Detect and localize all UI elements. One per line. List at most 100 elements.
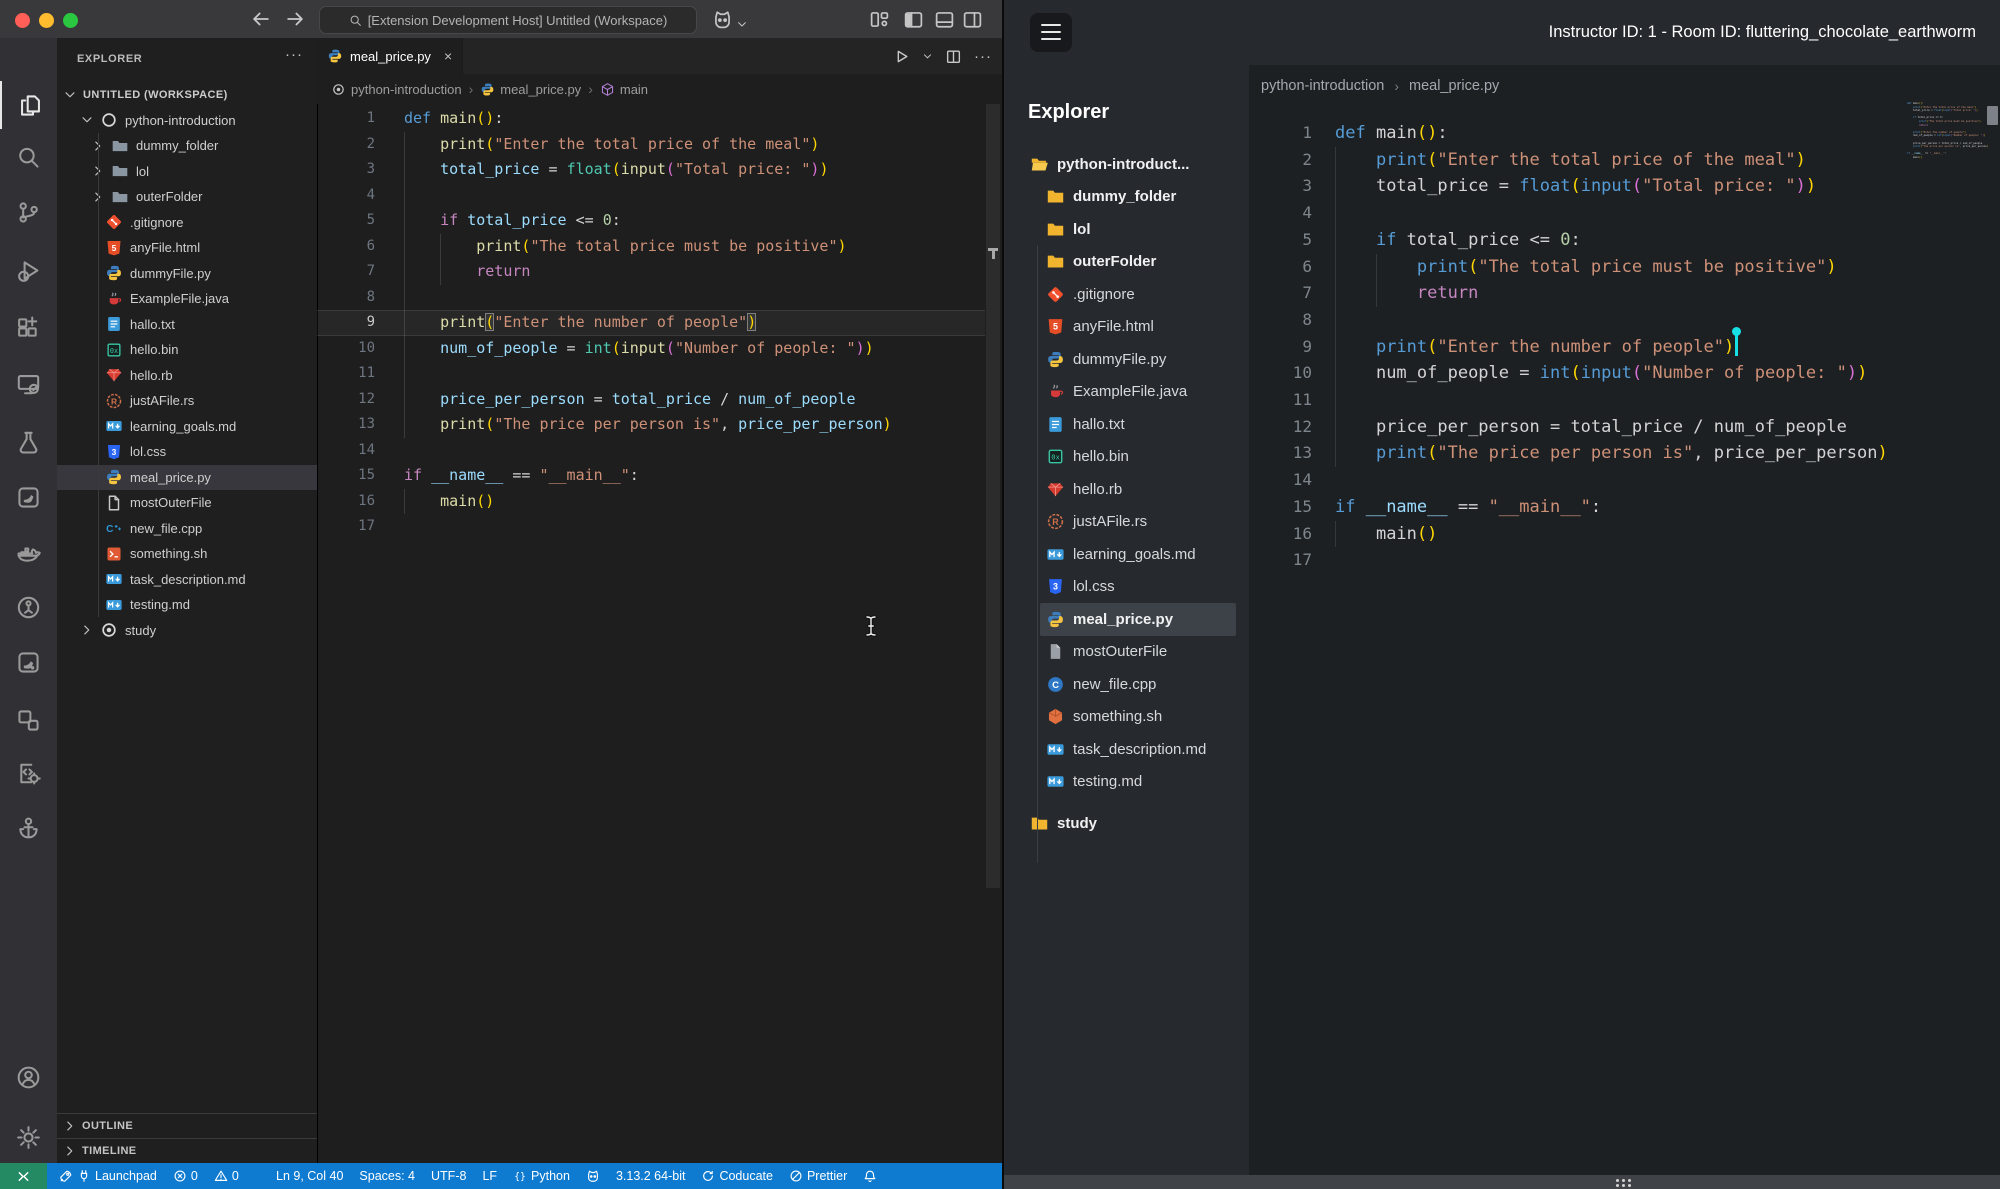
- file-item-hallo.txt[interactable]: hallo.txt: [1004, 408, 1249, 441]
- file-item-task_description.md[interactable]: task_description.md: [1004, 733, 1249, 766]
- tab-meal-price-py[interactable]: meal_price.py ×: [317, 38, 463, 74]
- file-item-new_file.cpp[interactable]: Cnew_file.cpp: [1004, 668, 1249, 701]
- code-line-6[interactable]: 6 print("The total price must be positiv…: [317, 234, 985, 260]
- split-editor-button[interactable]: [945, 48, 962, 65]
- file-item-python-introduct...[interactable]: python-introduct...: [1004, 148, 1249, 181]
- code-line-3[interactable]: 3 total_price = float(input("Total price…: [317, 157, 985, 183]
- minimap[interactable]: def main(): print("Enter the total price…: [1907, 102, 1989, 252]
- explorer-more-actions-button[interactable]: ···: [285, 46, 303, 63]
- code-line-1[interactable]: 1def main():: [1249, 120, 2000, 147]
- status-item-Prettier[interactable]: Prettier: [781, 1163, 855, 1189]
- code-line-6[interactable]: 6 print("The total price must be positiv…: [1249, 254, 2000, 281]
- folder-item-study[interactable]: study: [57, 618, 317, 644]
- file-item-lol.css[interactable]: 3lol.css: [1004, 571, 1249, 604]
- file-item-anyFile.html[interactable]: 5anyFile.html: [1004, 311, 1249, 344]
- status-item-3.13.2 64-bit[interactable]: 3.13.2 64-bit: [608, 1163, 694, 1189]
- outline-section[interactable]: OUTLINE: [57, 1113, 317, 1138]
- code-editor[interactable]: 1def main():2 print("Enter the total pri…: [317, 106, 985, 606]
- bottom-resize-bar[interactable]: [1004, 1175, 2000, 1189]
- breadcrumb-python-introduction[interactable]: python-introduction: [331, 82, 462, 97]
- file-item-anyFile.html[interactable]: 5anyFile.html: [57, 235, 317, 261]
- status-item-bell[interactable]: [855, 1163, 885, 1189]
- activity-item-search[interactable]: [0, 133, 57, 181]
- code-line-12[interactable]: 12 price_per_person = total_price / num_…: [317, 387, 985, 413]
- code-line-15[interactable]: 15if __name__ == "__main__":: [317, 463, 985, 489]
- code-line-4[interactable]: 4: [317, 183, 985, 209]
- code-line-16[interactable]: 16 main(): [317, 489, 985, 515]
- activity-item-extensions[interactable]: [0, 303, 57, 351]
- breadcrumb-main[interactable]: main: [600, 82, 648, 97]
- breadcrumb-python-introduction[interactable]: python-introduction: [1261, 78, 1384, 94]
- file-item-ExampleFile.java[interactable]: ExampleFile.java: [57, 286, 317, 312]
- activity-item-remote-explorer[interactable]: [0, 360, 57, 408]
- folder-item-python-introduction[interactable]: python-introduction: [57, 108, 317, 134]
- file-item-learning_goals.md[interactable]: learning_goals.md: [57, 414, 317, 440]
- file-item-hello.rb[interactable]: hello.rb: [57, 363, 317, 389]
- file-item-lol[interactable]: lol: [1004, 213, 1249, 246]
- status-item-0[interactable]: 0: [206, 1163, 247, 1189]
- activity-item-settings[interactable]: [0, 1113, 57, 1161]
- file-item-something.sh[interactable]: something.sh: [1004, 701, 1249, 734]
- code-viewer[interactable]: 1def main():2 print("Enter the total pri…: [1249, 120, 2000, 600]
- toggle-primary-sidebar-button[interactable]: [903, 9, 924, 30]
- activity-item-anchor[interactable]: [0, 804, 57, 852]
- activity-item-run-debug[interactable]: [0, 246, 57, 294]
- minimize-window-button[interactable]: [39, 13, 54, 28]
- file-item-lol.css[interactable]: 3lol.css: [57, 439, 317, 465]
- file-item-mostOuterFile[interactable]: mostOuterFile: [57, 490, 317, 516]
- file-item-task_description.md[interactable]: task_description.md: [57, 567, 317, 593]
- file-item-something.sh[interactable]: something.sh: [57, 541, 317, 567]
- toggle-secondary-sidebar-button[interactable]: [962, 9, 983, 30]
- status-item-UTF-8[interactable]: UTF-8: [423, 1163, 474, 1189]
- code-line-11[interactable]: 11: [317, 361, 985, 387]
- customize-layout-button[interactable]: [869, 9, 890, 30]
- profile-icon[interactable]: [712, 9, 733, 30]
- command-center[interactable]: [Extension Development Host] Untitled (W…: [319, 6, 697, 34]
- code-line-2[interactable]: 2 print("Enter the total price of the me…: [1249, 147, 2000, 174]
- zoom-window-button[interactable]: [63, 13, 78, 28]
- status-item-Spaces: 4[interactable]: Spaces: 4: [351, 1163, 423, 1189]
- file-item-outerFolder[interactable]: outerFolder: [1004, 246, 1249, 279]
- file-item-dummyFile.py[interactable]: dummyFile.py: [1004, 343, 1249, 376]
- folder-item-outerFolder[interactable]: outerFolder: [57, 184, 317, 210]
- activity-item-extension-a[interactable]: [0, 473, 57, 521]
- code-line-16[interactable]: 16 main(): [1249, 521, 2000, 548]
- minimap-scrollbar-handle[interactable]: [1987, 106, 1998, 125]
- close-tab-button[interactable]: ×: [444, 48, 452, 64]
- remote-indicator[interactable]: [0, 1163, 47, 1189]
- breadcrumb-meal_price.py[interactable]: meal_price.py: [1409, 78, 1499, 94]
- code-line-2[interactable]: 2 print("Enter the total price of the me…: [317, 132, 985, 158]
- file-item-dummyFile.py[interactable]: dummyFile.py: [57, 261, 317, 287]
- file-item-justAFile.rs[interactable]: RjustAFile.rs: [57, 388, 317, 414]
- file-item-dummy_folder[interactable]: dummy_folder: [1004, 181, 1249, 214]
- activity-item-docker[interactable]: [0, 529, 57, 577]
- file-item-mostOuterFile[interactable]: mostOuterFile: [1004, 636, 1249, 669]
- activity-item-explorer[interactable]: [0, 81, 59, 129]
- toggle-panel-button[interactable]: [934, 9, 955, 30]
- code-line-10[interactable]: 10 num_of_people = int(input("Number of …: [1249, 360, 2000, 387]
- activity-item-source-control[interactable]: [0, 188, 57, 236]
- file-item-new_file.cpp[interactable]: Cnew_file.cpp: [57, 516, 317, 542]
- activity-item-code-config[interactable]: [0, 749, 57, 797]
- code-line-13[interactable]: 13 print("The price per person is", pric…: [1249, 440, 2000, 467]
- status-item-cat-face[interactable]: [578, 1163, 608, 1189]
- file-item-hello.rb[interactable]: hello.rb: [1004, 473, 1249, 506]
- file-item-hello.bin[interactable]: 0xhello.bin: [1004, 441, 1249, 474]
- folder-item-UNTITLED (WORKSPACE)[interactable]: UNTITLED (WORKSPACE): [57, 82, 317, 108]
- status-item-Coducate[interactable]: Coducate: [693, 1163, 781, 1189]
- code-line-9[interactable]: 9 print("Enter the number of people"): [1249, 334, 2000, 361]
- activity-item-testing[interactable]: [0, 418, 57, 466]
- forward-button[interactable]: [284, 8, 306, 30]
- code-line-11[interactable]: 11: [1249, 387, 2000, 414]
- run-button[interactable]: [893, 48, 910, 65]
- status-item-0[interactable]: 0: [165, 1163, 206, 1189]
- code-line-10[interactable]: 10 num_of_people = int(input("Number of …: [317, 336, 985, 362]
- code-line-17[interactable]: 17: [317, 514, 985, 540]
- activity-item-containers[interactable]: [0, 696, 57, 744]
- code-line-5[interactable]: 5 if total_price <= 0:: [1249, 227, 2000, 254]
- code-line-7[interactable]: 7 return: [317, 259, 985, 285]
- file-item-learning_goals.md[interactable]: learning_goals.md: [1004, 538, 1249, 571]
- file-item-.gitignore[interactable]: .gitignore: [1004, 278, 1249, 311]
- code-line-13[interactable]: 13 print("The price per person is", pric…: [317, 412, 985, 438]
- folder-item-dummy_folder[interactable]: dummy_folder: [57, 133, 317, 159]
